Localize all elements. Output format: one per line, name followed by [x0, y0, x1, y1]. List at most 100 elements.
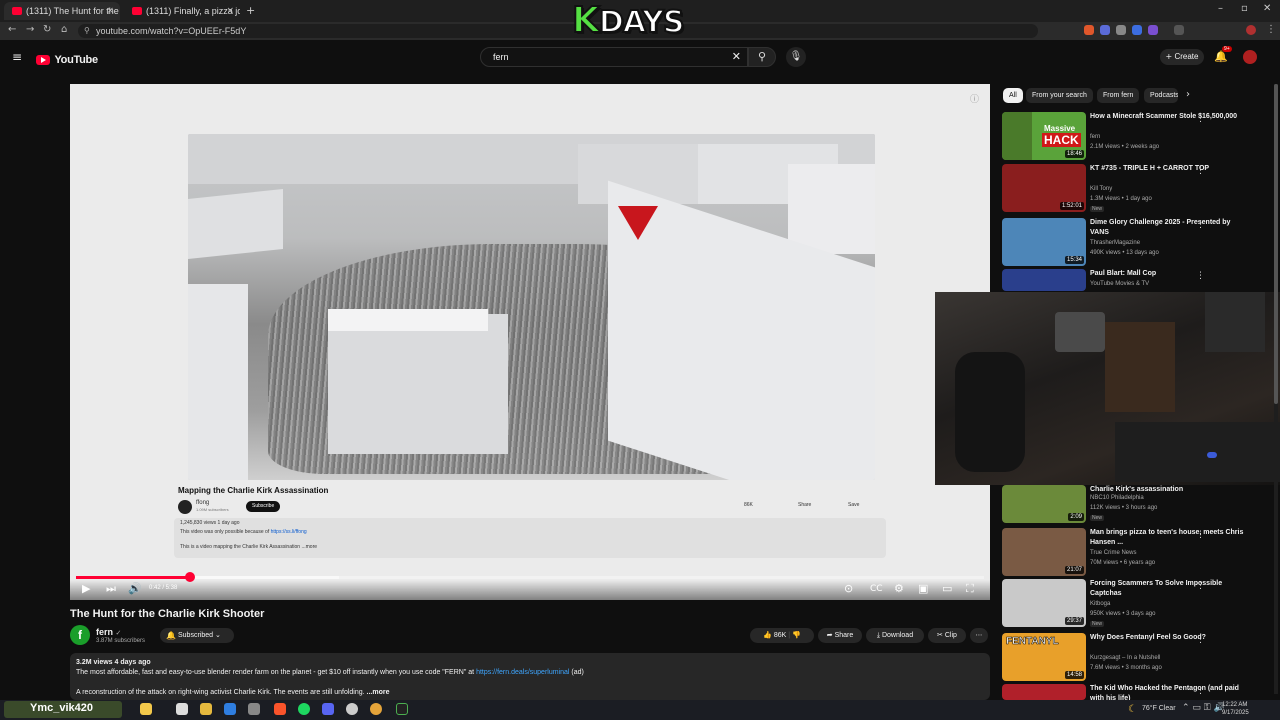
voice-search-button[interactable]: 🎙	[786, 47, 806, 67]
extension-icon[interactable]	[1100, 25, 1110, 35]
more-vert-icon[interactable]: ⋮	[1196, 581, 1205, 591]
home-icon[interactable]: ⌂	[61, 24, 67, 35]
like-dislike-group[interactable]: 👍 86K | 👎	[750, 628, 814, 643]
clear-search-icon[interactable]: ✕	[732, 48, 741, 66]
profile-avatar-icon[interactable]	[1246, 25, 1256, 35]
account-avatar[interactable]	[1243, 50, 1257, 64]
more-vert-icon[interactable]: ⋮	[1196, 114, 1205, 124]
description-box[interactable]: 3.2M views 4 days ago The most affordabl…	[70, 653, 990, 700]
share-button[interactable]: ➦ Share	[818, 628, 862, 643]
system-tray-icons[interactable]: ⌃ ▭ ⚿ 🔊	[1182, 703, 1225, 713]
taskbar-app-icon[interactable]	[176, 703, 188, 715]
recommendation-item[interactable]: Paul Blart: Mall Cop YouTube Movies & TV…	[1002, 269, 1272, 291]
more-vert-icon[interactable]: ⋮	[1196, 686, 1205, 696]
browser-tab[interactable]: (1311) The Hunt for the Charlie ×	[4, 2, 120, 20]
discord-icon[interactable]	[322, 703, 334, 715]
create-button[interactable]: + Create	[1160, 49, 1204, 65]
extensions-puzzle-icon[interactable]	[1174, 25, 1184, 35]
browser-menu-icon[interactable]: ⋮	[1266, 24, 1276, 35]
settings-icon[interactable]	[248, 703, 260, 715]
file-explorer-icon[interactable]	[200, 703, 212, 715]
download-label: Download	[881, 632, 914, 639]
brave-browser-icon[interactable]	[274, 703, 286, 715]
channel-avatar[interactable]: f	[70, 625, 90, 645]
next-icon[interactable]: ⏭	[106, 582, 116, 596]
extension-icon[interactable]	[1148, 25, 1158, 35]
more-vert-icon[interactable]: ⋮	[1196, 271, 1205, 281]
reload-icon[interactable]: ↻	[43, 24, 51, 35]
video-thumbnail	[1002, 684, 1086, 700]
page-scrollbar[interactable]	[1274, 84, 1278, 694]
miniplayer-icon[interactable]: ▣	[918, 582, 928, 595]
clock-date[interactable]: 9/17/2025	[1222, 710, 1249, 716]
more-vert-icon[interactable]: ⋮	[1196, 166, 1205, 176]
more-vert-icon[interactable]: ⋮	[1196, 220, 1205, 230]
autoplay-toggle-icon[interactable]: ⊙	[844, 582, 853, 595]
clip-button[interactable]: ✂ Clip	[928, 628, 966, 643]
minimize-icon[interactable]: –	[1218, 3, 1223, 14]
description-link[interactable]: https://fern.deals/superluminal	[476, 669, 569, 676]
forward-icon[interactable]: →	[26, 24, 34, 35]
subtitles-icon[interactable]: CC	[870, 584, 883, 594]
progress-bar[interactable]	[76, 572, 984, 582]
extension-icon[interactable]	[1116, 25, 1126, 35]
weather-text[interactable]: 76°F Clear	[1142, 705, 1176, 712]
maximize-icon[interactable]: ▫	[1241, 3, 1248, 14]
inner-desc-text: This is a video mapping the Charlie Kirk…	[180, 544, 301, 550]
recommendation-item[interactable]: FENTANYL 14:58 Why Does Fentanyl Feel So…	[1002, 633, 1272, 681]
hamburger-menu-icon[interactable]: ≡	[12, 50, 22, 64]
recommendation-item[interactable]: 29:37 Forcing Scammers To Solve Impossib…	[1002, 579, 1272, 627]
chevron-right-icon[interactable]: ›	[1186, 89, 1190, 100]
close-tab-icon[interactable]: ×	[106, 2, 114, 20]
volume-icon[interactable]: 🔊	[128, 582, 142, 595]
close-tab-icon[interactable]: ×	[226, 2, 234, 20]
chip-from-fern[interactable]: From fern	[1097, 88, 1140, 103]
chip-from-your-search[interactable]: From your search	[1026, 88, 1093, 103]
more-vert-icon[interactable]: ⋮	[1196, 530, 1205, 540]
new-tab-icon[interactable]: +	[246, 4, 255, 17]
info-icon[interactable]: ⓘ	[970, 92, 979, 105]
search-button[interactable]: ⚲	[748, 47, 776, 67]
terminal-icon[interactable]	[396, 703, 408, 715]
video-player[interactable]: ⓘ Mapping the Charlie Kirk Assassination…	[70, 84, 990, 600]
back-icon[interactable]: ←	[8, 24, 16, 35]
obs-icon[interactable]	[346, 703, 358, 715]
more-vert-icon[interactable]: ⋮	[1196, 635, 1205, 645]
extension-icon[interactable]	[1132, 25, 1142, 35]
recommendation-meta: 1.3M views • 1 day ago	[1090, 196, 1152, 202]
taskbar-app-icon[interactable]	[224, 703, 236, 715]
settings-gear-icon[interactable]: ⚙	[894, 582, 904, 595]
chip-podcasts[interactable]: Podcasts	[1144, 88, 1178, 103]
recommendation-item[interactable]: 21:07 Man brings pizza to teen's house, …	[1002, 528, 1272, 576]
browser-tab[interactable]: (1311) Finally, a pizza joint that ×	[124, 2, 240, 20]
play-icon[interactable]: ▶	[82, 582, 90, 595]
subscribed-button[interactable]: 🔔 Subscribed ⌄	[160, 628, 234, 643]
video-thumbnail: 15:34	[1002, 218, 1086, 266]
clock-time[interactable]: 12:22 AM	[1222, 702, 1247, 708]
recommendation-item[interactable]: The Kid Who Hacked the Pentagon (and pai…	[1002, 684, 1272, 700]
thumbs-down-icon[interactable]: 👎	[792, 631, 801, 639]
scrollbar-thumb[interactable]	[1274, 84, 1278, 404]
youtube-logo[interactable]: YouTube	[36, 51, 98, 69]
show-more-link[interactable]: ...more	[367, 689, 390, 696]
close-window-icon[interactable]: ✕	[1263, 3, 1271, 14]
fullscreen-icon[interactable]: ⛶	[966, 582, 974, 596]
theater-mode-icon[interactable]: ▭	[942, 582, 952, 595]
thumbs-up-icon[interactable]: 👍	[763, 631, 772, 639]
channel-name[interactable]: fern ✓	[96, 627, 121, 637]
chrome-icon[interactable]	[370, 703, 382, 715]
recommendation-item[interactable]: Massive HACK 18:46 How a Minecraft Scamm…	[1002, 112, 1272, 160]
chip-all[interactable]: All	[1003, 88, 1023, 103]
more-actions-icon[interactable]: ⋯	[970, 628, 988, 643]
recommendation-item[interactable]: 2:09 Charlie Kirk's assassination NBC10 …	[1002, 485, 1272, 523]
spotify-icon[interactable]	[298, 703, 310, 715]
taskbar-app-icon[interactable]	[140, 703, 152, 715]
extension-icon[interactable]	[1084, 25, 1094, 35]
search-input[interactable]: fern ✕	[480, 47, 748, 67]
address-bar[interactable]: ⚲ youtube.com/watch?v=OpUEEr-F5dY	[78, 24, 1038, 38]
recommendation-item[interactable]: 1:52:01 KT #735 - TRIPLE H + CARROT TOP …	[1002, 164, 1272, 212]
download-button[interactable]: ⤓ Download	[866, 628, 924, 643]
site-info-icon[interactable]: ⚲	[84, 24, 90, 38]
inner-channel-avatar	[178, 500, 192, 514]
recommendation-item[interactable]: 15:34 Dime Glory Challenge 2025 - Presen…	[1002, 218, 1272, 266]
